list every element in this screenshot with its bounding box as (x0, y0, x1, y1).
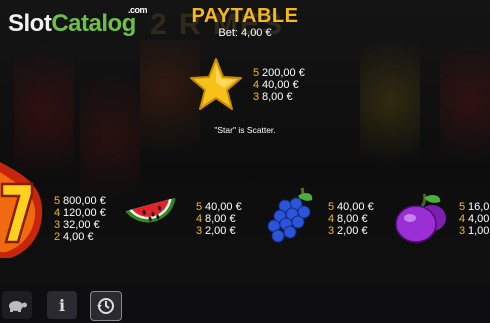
scatter-note: "Star" is Scatter. (214, 125, 276, 135)
paytable-title: PAYTABLE (191, 5, 299, 27)
pay-row: 3 1,00 (459, 225, 490, 237)
pay-row: 3 2,00 € (328, 225, 368, 237)
turbo-button[interactable] (2, 291, 32, 319)
pay-row: 5 800,00 € (54, 195, 106, 207)
pay-row: 5 200,00 € (253, 67, 305, 79)
pay-row: 5 40,00 € (328, 201, 374, 213)
pay-row: 3 8,00 € (253, 91, 293, 103)
history-icon (97, 298, 114, 314)
history-button[interactable] (90, 291, 122, 321)
pay-row: 2 4,00 € (54, 231, 94, 243)
plum-icon (395, 193, 446, 243)
pay-row: 4 4,00 (459, 213, 490, 225)
pay-row: 5 40,00 € (196, 201, 242, 213)
pay-row: 3 2,00 € (196, 225, 236, 237)
pay-row: 3 32,00 € (54, 219, 100, 231)
grapes-paytable: 5 40,00 € 4 8,00 € 3 2,00 € (328, 201, 374, 237)
plum-paytable: 5 16,0 4 4,00 3 1,00 (459, 201, 489, 237)
turtle-icon (9, 301, 27, 312)
info-icon: i (58, 295, 66, 315)
seven-paytable: 5 800,00 € 4 120,00 € 3 32,00 € 2 4,00 € (54, 195, 106, 243)
watermelon-icon (125, 197, 176, 223)
star-paytable: 5 200,00 € 4 40,00 € 3 8,00 € (253, 67, 305, 103)
seven-icon (0, 162, 43, 258)
reel-shadow (80, 40, 140, 280)
pay-row: 5 16,0 (459, 201, 490, 213)
pay-row: 4 120,00 € (54, 207, 106, 219)
bet-label: Bet: 4,00 € (218, 27, 272, 39)
pay-row: 4 8,00 € (328, 213, 368, 225)
watermelon-paytable: 5 40,00 € 4 8,00 € 3 2,00 € (196, 201, 242, 237)
grapes-icon (267, 187, 313, 243)
star-icon (190, 58, 242, 110)
info-button[interactable]: i (47, 291, 77, 319)
pay-row: 4 8,00 € (196, 213, 236, 225)
pay-row: 4 40,00 € (253, 79, 299, 91)
